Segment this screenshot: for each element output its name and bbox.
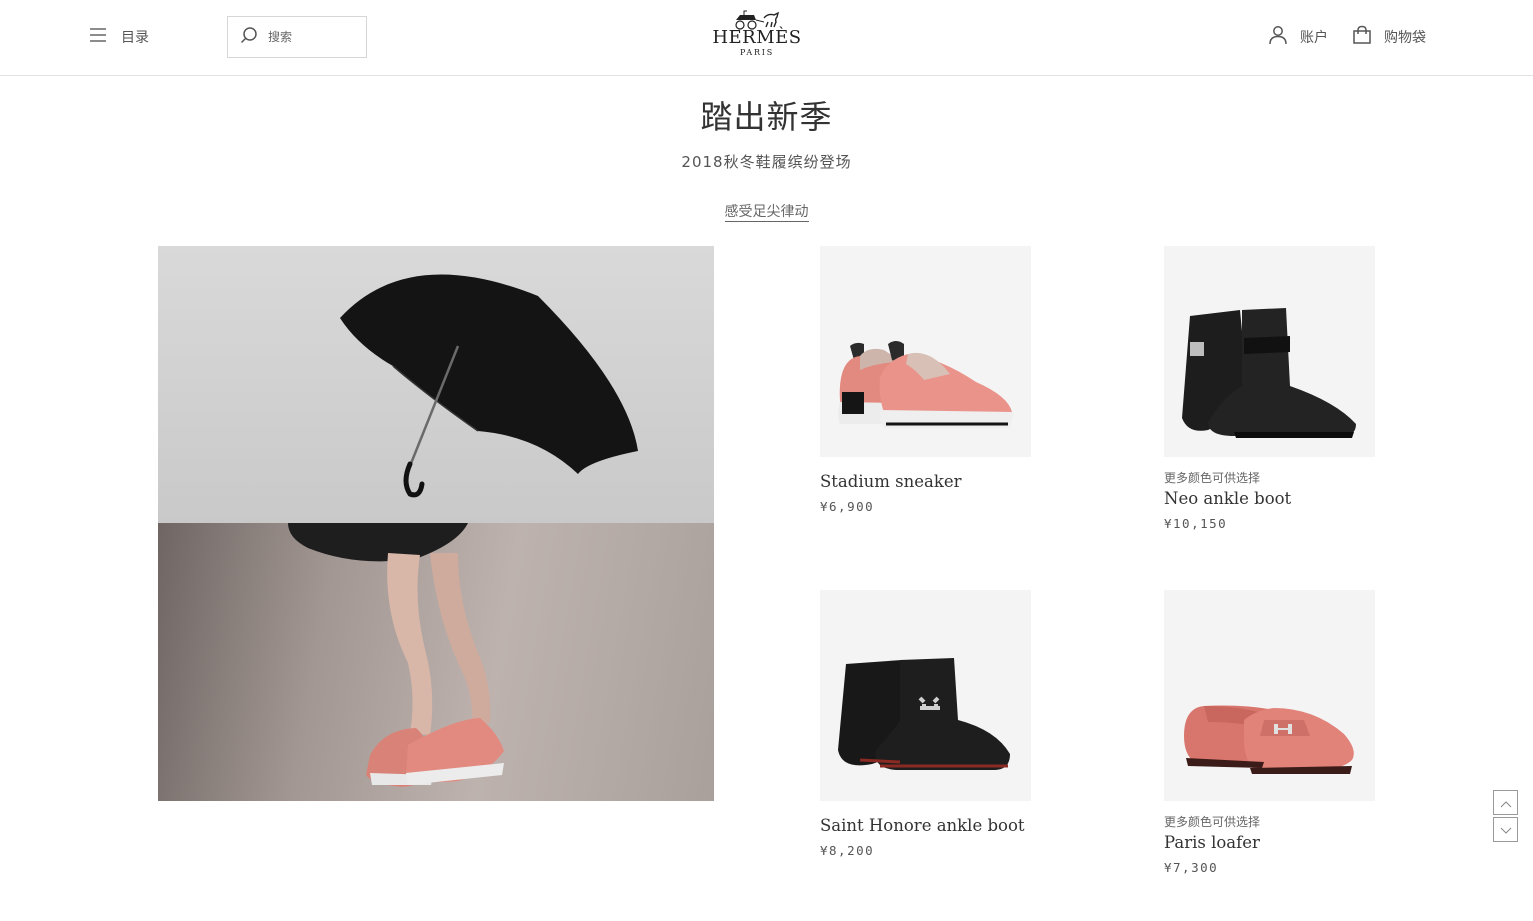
umbrella-photo: [158, 246, 714, 524]
chevron-up-icon: [1500, 793, 1512, 812]
product-image[interactable]: [1164, 590, 1375, 801]
legs-photo: [158, 523, 714, 801]
menu-label: 目录: [121, 30, 149, 46]
logo-city: PARIS: [739, 48, 775, 57]
scroll-down-button[interactable]: [1493, 817, 1518, 842]
search-box[interactable]: [227, 16, 367, 58]
hermes-logo[interactable]: HERMÈS PARIS: [700, 8, 814, 64]
product-name[interactable]: Paris loafer: [1164, 833, 1375, 852]
menu-icon: [89, 27, 107, 47]
chevron-down-icon: [1500, 820, 1512, 839]
product-price: ¥10,150: [1164, 516, 1228, 531]
product-name[interactable]: Stadium sneaker: [820, 472, 1031, 491]
product-image[interactable]: [820, 246, 1031, 457]
page-subtitle: 2018秋冬鞋履缤纷登场: [681, 153, 852, 171]
logo-brand: HERMÈS: [712, 27, 802, 48]
scroll-up-button[interactable]: [1493, 790, 1518, 815]
more-colors-note: 更多颜色可供选择: [1164, 471, 1261, 485]
product-name[interactable]: Saint Honore ankle boot: [820, 816, 1031, 835]
search-input[interactable]: [268, 30, 348, 44]
feature-image[interactable]: [158, 246, 714, 801]
product-card: 更多颜色可供选择 Neo ankle boot ¥10,150: [1164, 246, 1375, 531]
product-image[interactable]: [1164, 246, 1375, 457]
search-icon: [240, 26, 258, 48]
account-button[interactable]: 账户: [1268, 26, 1328, 48]
product-price: ¥8,200: [820, 843, 875, 858]
product-card: Saint Honore ankle boot ¥8,200: [820, 590, 1031, 858]
more-colors-note: 更多颜色可供选择: [1164, 815, 1261, 829]
product-card: Stadium sneaker ¥6,900: [820, 246, 1031, 514]
menu-button[interactable]: 目录: [89, 26, 149, 48]
hero-link-container: 感受足尖律动: [0, 201, 1533, 222]
user-icon: [1268, 25, 1288, 49]
shopping-bag-label: 购物袋: [1384, 30, 1426, 46]
product-image[interactable]: [820, 590, 1031, 801]
discover-link[interactable]: 感受足尖律动: [724, 204, 809, 222]
product-name[interactable]: Neo ankle boot: [1164, 489, 1375, 508]
product-price: ¥7,300: [1164, 860, 1219, 875]
shopping-bag-icon: [1352, 25, 1372, 49]
account-label: 账户: [1300, 30, 1328, 46]
page-title: 踏出新季: [700, 98, 833, 136]
product-card: 更多颜色可供选择 Paris loafer ¥7,300: [1164, 590, 1375, 875]
carriage-emblem: [735, 10, 780, 30]
site-header: 目录 HERMÈS PARIS 账户 购物袋: [0, 0, 1533, 76]
shopping-bag-button[interactable]: 购物袋: [1352, 25, 1426, 49]
product-price: ¥6,900: [820, 499, 875, 514]
